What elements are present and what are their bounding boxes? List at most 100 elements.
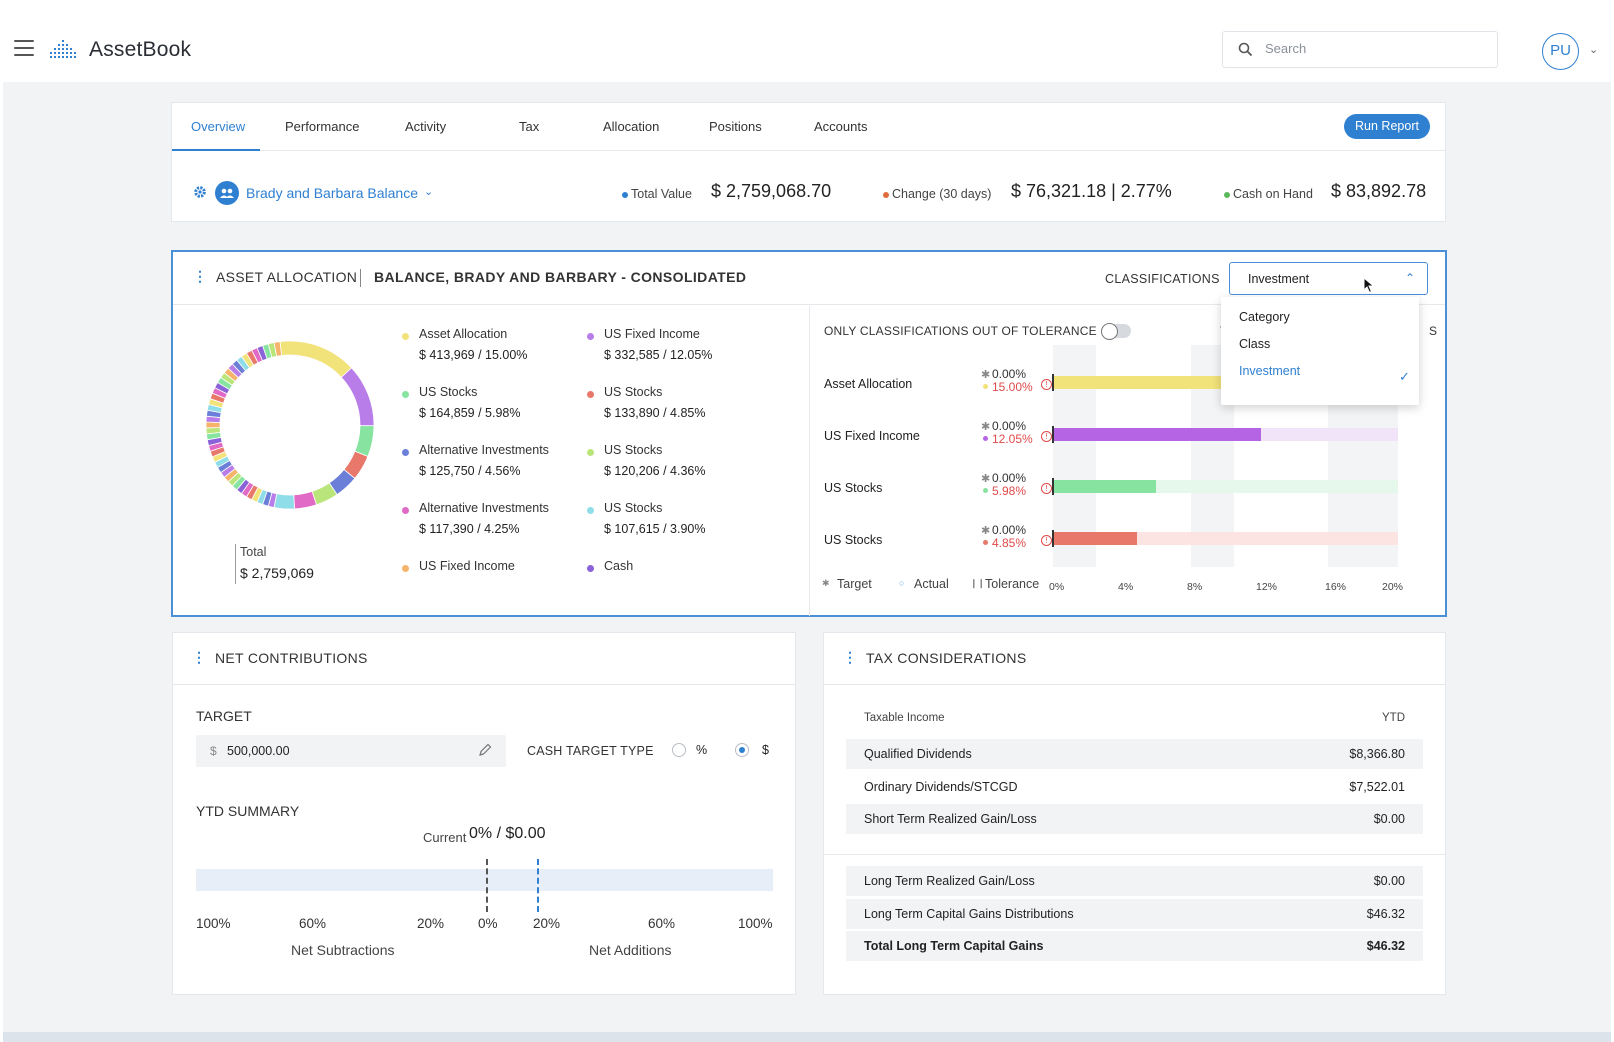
total-divider	[235, 544, 236, 584]
net-contributions-header: ⋮ NET CONTRIBUTIONS	[173, 633, 795, 685]
legend-swatch	[402, 565, 409, 572]
bar-axis-tick: 12%	[1256, 581, 1278, 593]
edit-pencil-icon[interactable]	[477, 742, 493, 758]
legend-label: US Stocks	[604, 385, 663, 399]
taxable-income-header: Taxable Income	[864, 712, 945, 724]
bar-target-value: 0.00%	[992, 471, 1027, 485]
legend-swatch	[587, 449, 594, 456]
target-label: TARGET	[196, 708, 252, 724]
target-marker	[537, 859, 539, 912]
tick-label: 20%	[533, 916, 561, 931]
mouse-cursor-icon	[1363, 277, 1375, 294]
legend-swatch	[402, 449, 409, 456]
tolerance-toggle[interactable]	[1101, 323, 1131, 340]
bar-actual-value: 4.85%	[992, 536, 1027, 550]
tab-positions[interactable]: Positions	[709, 119, 762, 134]
legend-value: $ 117,390 / 4.25%	[419, 522, 520, 536]
legend-value: $ 332,585 / 12.05%	[604, 348, 713, 362]
assetbook-logo-icon	[50, 40, 76, 58]
legend-swatch	[587, 333, 594, 340]
donut-slice	[205, 421, 221, 429]
target-marker-icon: ✱	[981, 421, 991, 433]
bar-actual-value: 12.05%	[992, 432, 1033, 446]
tab-activity[interactable]: Activity	[405, 119, 446, 134]
dollar-radio[interactable]	[735, 743, 749, 757]
tax-row: Long Term Realized Gain/Loss $0.00	[846, 866, 1423, 896]
bar-target-line	[1052, 426, 1054, 443]
dropdown-option-class[interactable]: Class	[1239, 337, 1270, 351]
change-value: $ 76,321.18 | 2.77%	[1011, 181, 1172, 201]
tab-performance[interactable]: Performance	[285, 119, 359, 134]
tab-overview[interactable]: Overview	[191, 119, 245, 134]
bar-legend-marker-icon: ○	[899, 578, 905, 588]
change-label: Change (30 days)	[892, 187, 992, 201]
total-value: $ 2,759,069	[240, 565, 314, 581]
hamburger-menu-icon[interactable]	[14, 40, 34, 56]
search-input[interactable]	[1265, 41, 1485, 56]
dropdown-option-investment[interactable]: Investment	[1239, 364, 1300, 378]
total-label: Total	[240, 545, 267, 559]
tax-row: Long Term Capital Gains Distributions $4…	[846, 899, 1423, 929]
bar-actual-value: 5.98%	[992, 484, 1027, 498]
target-amount-field[interactable]: $ 500,000.00	[196, 735, 506, 767]
target-marker-icon: ✱	[981, 369, 991, 381]
bar-actual-value: 15.00%	[992, 380, 1033, 394]
total-value: $ 2,759,068.70	[711, 181, 832, 201]
total-value-dot	[622, 192, 628, 198]
percent-radio[interactable]	[672, 743, 686, 757]
tax-row: Short Term Realized Gain/Loss $0.00	[846, 804, 1423, 834]
bar-fill	[1053, 532, 1137, 545]
bar-row-label: US Stocks	[824, 533, 883, 547]
run-report-button[interactable]: Run Report	[1344, 114, 1430, 139]
legend-value: $ 125,750 / 4.56%	[419, 464, 521, 478]
bar-fill	[1053, 428, 1261, 441]
classification-select[interactable]: Investment ⌃	[1229, 262, 1428, 295]
drag-handle-icon[interactable]: ⋮	[843, 649, 857, 666]
legend-swatch	[587, 507, 594, 514]
target-amount-value: 500,000.00	[227, 744, 290, 758]
chevron-up-icon: ⌃	[1404, 271, 1415, 285]
tick-label: 100%	[196, 916, 231, 931]
tab-allocation[interactable]: Allocation	[603, 119, 659, 134]
tax-row-value: $0.00	[1373, 812, 1405, 826]
net-additions-caption: Net Additions	[589, 942, 672, 958]
bar-row-label: Asset Allocation	[824, 377, 913, 391]
active-tab-indicator	[172, 149, 260, 151]
donut-slice	[273, 493, 295, 510]
legend-swatch	[402, 507, 409, 514]
tax-considerations-title: TAX CONSIDERATIONS	[866, 650, 1027, 666]
search-box[interactable]	[1222, 31, 1498, 68]
user-avatar[interactable]: PU	[1542, 33, 1579, 70]
tax-row-label: Qualified Dividends	[864, 747, 972, 761]
target-marker-icon: ✱	[981, 525, 991, 537]
legend-label: US Stocks	[604, 443, 663, 457]
panel-divider	[809, 306, 810, 616]
tab-bar: Overview Performance Activity Tax Alloca…	[172, 103, 1445, 151]
current-value: 0% / $0.00	[469, 825, 546, 842]
tax-row-label: Long Term Capital Gains Distributions	[864, 907, 1074, 921]
tax-row: Ordinary Dividends/STCGD $7,522.01	[846, 772, 1423, 802]
bar-legend-marker-icon: ✱	[822, 578, 830, 588]
donut-slice	[279, 340, 353, 378]
drag-handle-icon[interactable]: ⋮	[192, 649, 206, 666]
tax-section-divider	[824, 854, 1445, 855]
classification-selected-value: Investment	[1248, 272, 1310, 286]
gear-icon[interactable]	[193, 185, 207, 199]
column-header-partial: S	[1429, 324, 1438, 338]
drag-handle-icon[interactable]: ⋮	[193, 268, 207, 285]
chevron-down-icon[interactable]: ⌄	[424, 185, 433, 198]
donut-slice	[354, 425, 375, 458]
bar-row-label: US Fixed Income	[824, 429, 920, 443]
dropdown-option-category[interactable]: Category	[1239, 310, 1290, 324]
bar-target-value: 0.00%	[992, 419, 1027, 433]
chevron-down-icon[interactable]: ⌄	[1589, 43, 1598, 56]
actual-marker-dot	[983, 436, 988, 441]
donut-slice	[293, 490, 318, 510]
account-selector[interactable]: Brady and Barbara Balance	[246, 185, 418, 201]
tax-row: Qualified Dividends $8,366.80	[846, 739, 1423, 769]
bottom-strip	[3, 1032, 1611, 1042]
tab-accounts[interactable]: Accounts	[814, 119, 867, 134]
tab-tax[interactable]: Tax	[519, 119, 539, 134]
ytd-header: YTD	[1382, 712, 1405, 724]
legend-label: Cash	[604, 559, 634, 573]
